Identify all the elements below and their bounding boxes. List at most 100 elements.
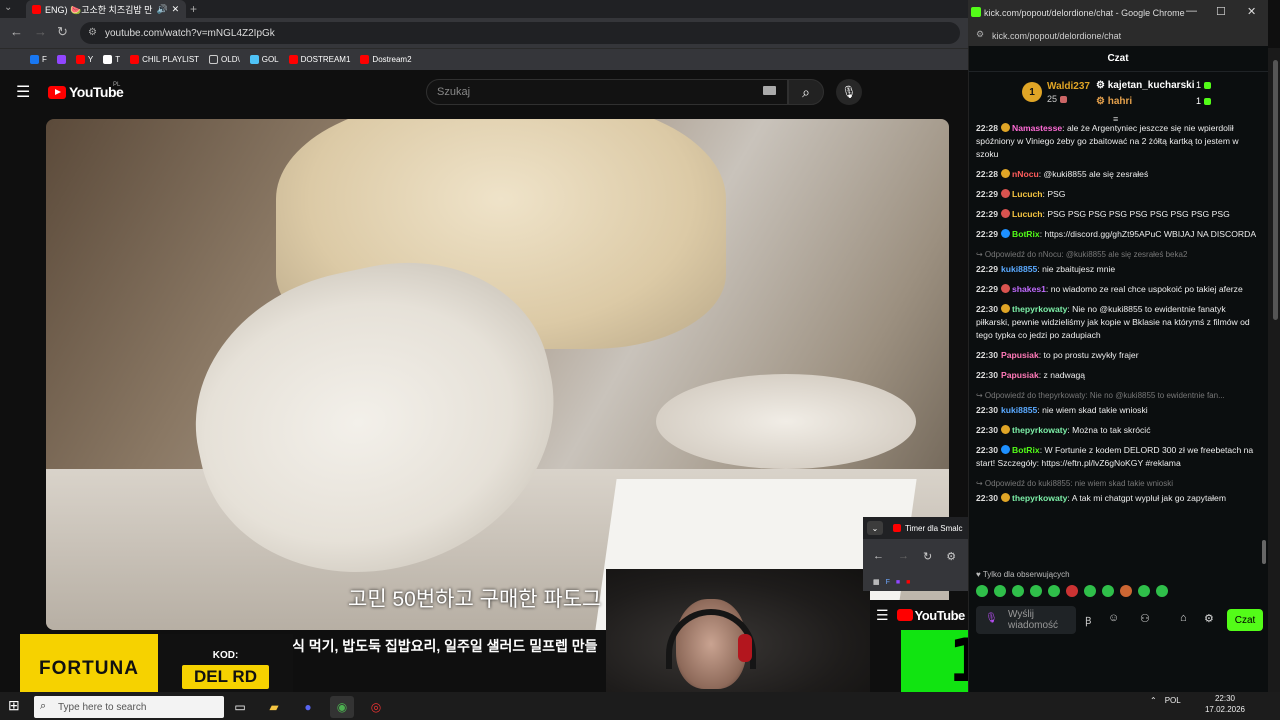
new-tab-button[interactable]: + <box>190 2 197 16</box>
chat-reply-reference[interactable]: ↪ Odpowiedź do nNocu: @kuki8855 ale się … <box>976 248 1258 261</box>
message-time: 22:30 <box>976 425 998 435</box>
obs-icon[interactable]: ◎ <box>364 696 388 718</box>
chat-username[interactable]: Papusiak <box>1001 350 1039 360</box>
chat-reply-reference[interactable]: ↪ Odpowiedź do kuki8855: nie wiem skad t… <box>976 477 1258 490</box>
emote-icon[interactable] <box>976 585 988 597</box>
youtube-logo[interactable]: YouTube <box>896 608 965 623</box>
chat-username[interactable]: thepyrkowaty <box>1012 304 1067 314</box>
chat-scrollbar[interactable] <box>1262 540 1266 564</box>
emote-icon[interactable] <box>994 585 1006 597</box>
chat-text: no wiadomo ze real chce uspokoić po taki… <box>1050 284 1243 294</box>
back-icon[interactable]: ← <box>10 24 23 39</box>
emote-icon[interactable] <box>1048 585 1060 597</box>
taskbar-search[interactable]: Type here to search <box>34 696 224 718</box>
site-info-icon[interactable]: ⚙ <box>88 27 97 38</box>
close-icon[interactable]: ✕ <box>1247 5 1256 18</box>
apps-grid-icon[interactable]: ▦ <box>873 578 880 586</box>
voice-search-button[interactable]: 🎙 <box>836 79 862 105</box>
bookmark-item[interactable]: T <box>103 55 120 64</box>
video-player[interactable] <box>46 119 949 630</box>
user-badge-icon <box>1000 169 1010 178</box>
bookmark-item[interactable]: Dostream2 <box>360 55 412 64</box>
chat-username[interactable]: BotRix <box>1012 445 1040 455</box>
chat-username[interactable]: thepyrkowaty <box>1012 425 1067 435</box>
bookmark-item[interactable]: F <box>30 55 47 64</box>
file-explorer-icon[interactable]: ▰ <box>262 696 286 718</box>
emote-icon[interactable] <box>1030 585 1042 597</box>
menu-icon[interactable]: ☰ <box>876 607 889 624</box>
search-button[interactable]: ⌕ <box>788 79 824 105</box>
translate-icon[interactable]: Ꞵ <box>1085 613 1091 627</box>
back-icon[interactable]: ← <box>873 550 884 562</box>
mic-icon[interactable]: 🎙 <box>985 613 998 624</box>
bookmark-folder[interactable]: OLD\ <box>209 55 240 64</box>
settings-icon[interactable]: ⚙ <box>1204 612 1214 625</box>
top-gifter-name[interactable]: Waldi237 <box>1047 81 1090 92</box>
chat-username[interactable]: kuki8855 <box>1001 405 1037 415</box>
bookmark-item[interactable]: CHIL PLAYLIST <box>130 55 199 64</box>
chat-username[interactable]: Namastesse <box>1012 123 1062 133</box>
audio-icon[interactable]: 🔊 <box>156 4 167 15</box>
clock[interactable]: 22:30 17.02.2026 <box>1200 693 1250 715</box>
chat-username[interactable]: Lucuch <box>1012 209 1043 219</box>
tray-arrow-icon[interactable]: ⌃ <box>1150 696 1157 705</box>
emote-icon[interactable] <box>1066 585 1078 597</box>
chat-username[interactable]: thepyrkowaty <box>1012 493 1067 503</box>
search-input[interactable]: Szukaj <box>426 79 788 105</box>
windows-start-icon[interactable]: ⊞ <box>8 697 20 714</box>
chat-message: 22:28 Namastesse: ale że Argentyniec jesz… <box>976 123 1239 159</box>
task-view-icon[interactable]: ▭ <box>228 696 252 718</box>
send-chat-button[interactable]: Czat <box>1227 609 1263 631</box>
reload-icon[interactable]: ↻ <box>57 24 68 40</box>
site-info-icon[interactable]: ⚙ <box>976 29 984 40</box>
scrollbar-thumb[interactable] <box>1273 60 1278 320</box>
store-icon[interactable]: ⌂ <box>1180 612 1187 624</box>
bookmark-item[interactable] <box>56 55 66 64</box>
user-badge-icon <box>1000 123 1010 132</box>
chat-username[interactable]: Lucuch <box>1012 189 1043 199</box>
forward-icon[interactable]: → <box>34 24 47 39</box>
chat-message: 22:29 Lucuch: PSG PSG PSG PSG PSG PSG PSG… <box>976 209 1230 219</box>
chat-username[interactable]: Papusiak <box>1001 370 1039 380</box>
chat-username[interactable]: BotRix <box>1012 229 1040 239</box>
twitch-icon[interactable]: ■ <box>896 579 900 586</box>
chat-url-bar[interactable]: kick.com/popout/delordione/chat <box>968 26 1268 46</box>
discord-icon[interactable]: ● <box>296 696 320 718</box>
maximize-icon[interactable]: ☐ <box>1216 5 1226 18</box>
emote-icon[interactable] <box>1120 585 1132 597</box>
emote-icon[interactable] <box>1156 585 1168 597</box>
timer-padding <box>870 630 901 692</box>
chat-text: to po prostu zwykły frajer <box>1043 350 1139 360</box>
emote-icon[interactable] <box>1084 585 1096 597</box>
youtube-icon[interactable]: ■ <box>906 579 910 586</box>
gifter-name[interactable]: ⚙ hahri <box>1096 96 1132 107</box>
chevron-down-icon[interactable]: ⌄ <box>867 521 883 535</box>
emote-icon[interactable] <box>1012 585 1024 597</box>
reload-icon[interactable]: ↻ <box>923 550 932 563</box>
language-indicator[interactable]: POL <box>1165 696 1181 705</box>
emote-icon[interactable] <box>1138 585 1150 597</box>
chat-username[interactable]: nNocu <box>1012 169 1039 179</box>
bookmark-item[interactable]: Y <box>75 55 93 64</box>
facebook-bookmark[interactable]: F <box>886 579 890 586</box>
chrome-icon[interactable]: ◉ <box>330 696 354 718</box>
chat-username[interactable]: kuki8855 <box>1001 264 1037 274</box>
bookmark-item[interactable]: DOSTREAM1 <box>288 55 350 64</box>
gifter-name[interactable]: ⚙ kajetan_kucharski <box>1096 80 1194 91</box>
address-bar[interactable]: youtube.com/watch?v=mNGL4Z2IpGk <box>80 22 960 44</box>
forward-icon[interactable]: → <box>898 550 909 562</box>
emoji-icon[interactable]: ☺ <box>1108 612 1119 624</box>
minimize-icon[interactable]: — <box>1186 5 1197 17</box>
youtube-favicon-icon <box>32 4 41 14</box>
tab-search-icon[interactable]: ⌄ <box>4 2 12 13</box>
chat-username[interactable]: shakes1 <box>1012 284 1046 294</box>
menu-icon[interactable]: ☰ <box>16 82 30 102</box>
bookmark-item[interactable]: GOL <box>249 55 279 64</box>
emote-icon[interactable] <box>1102 585 1114 597</box>
tab-youtube[interactable]: ENG) 🍉고소한 치즈김밥 만 🔊 ✕ <box>26 0 186 18</box>
users-icon[interactable]: ⚇ <box>1140 612 1150 625</box>
chat-reply-reference[interactable]: ↪ Odpowiedź do thepyrkowaty: Nie no @kuk… <box>976 389 1258 402</box>
keyboard-icon[interactable] <box>763 86 776 95</box>
site-info-icon[interactable]: ⚙ <box>946 550 956 563</box>
close-tab-icon[interactable]: ✕ <box>172 4 180 15</box>
